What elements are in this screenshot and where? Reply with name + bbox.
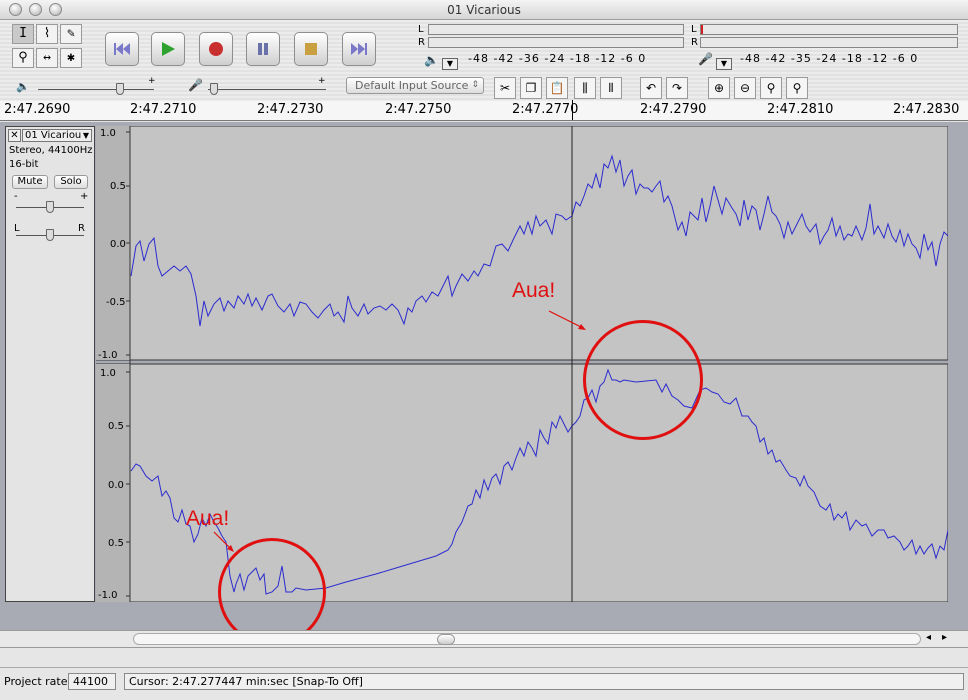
- spacer-bar: [0, 648, 968, 668]
- scrollbar-thumb[interactable]: [437, 634, 455, 645]
- status-area: ◂ ▸ Project rate: 44100 Cursor: 2:47.277…: [0, 630, 968, 700]
- annotation-overlay: [213, 310, 586, 552]
- annotation-circle: [583, 320, 703, 440]
- project-rate-field[interactable]: 44100: [68, 673, 116, 690]
- annotation-arrowhead: [578, 324, 586, 330]
- horizontal-scrollbar[interactable]: ◂ ▸: [0, 630, 968, 648]
- scroll-right-icon[interactable]: ▸: [942, 632, 947, 643]
- scroll-left-icon[interactable]: ◂: [926, 632, 931, 643]
- project-rate-label: Project rate:: [4, 675, 72, 688]
- cursor-status: Cursor: 2:47.277447 min:sec [Snap-To Off…: [124, 673, 964, 690]
- annotation-arrow: [548, 310, 584, 329]
- scrollbar-track[interactable]: [133, 633, 921, 645]
